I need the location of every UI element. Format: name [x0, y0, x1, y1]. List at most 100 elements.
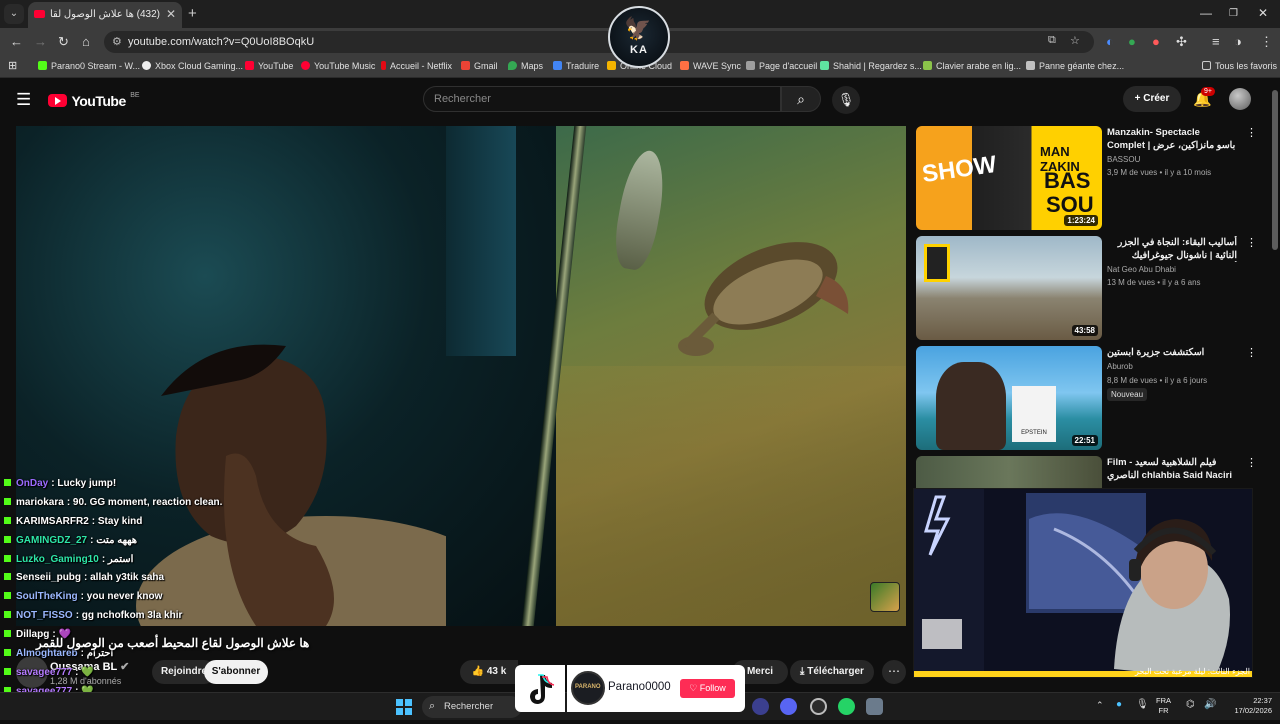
tray-chevron-icon[interactable]: ⌃ — [1096, 700, 1104, 711]
video-channel[interactable]: Aburob — [1107, 362, 1133, 371]
browser-menu-icon[interactable]: ⋮ — [1260, 34, 1273, 50]
bookmark-item[interactable]: Page d'accueil — [746, 61, 817, 71]
video-channel[interactable]: BASSOU — [1107, 155, 1140, 164]
browser-tab-active[interactable]: (432) ها علاش الوصول لقاع المحـ ✕ — [28, 2, 182, 28]
tray-app-icon[interactable]: ● — [1116, 699, 1122, 710]
bookmark-item[interactable]: Accueil - Netflix — [381, 61, 452, 71]
video-thumbnail[interactable]: SHOW MAN ZAKIN BAS SOU 1:23:24 — [916, 126, 1102, 230]
settings-icon[interactable] — [866, 698, 883, 715]
site-info-icon[interactable]: ⚙ — [112, 35, 122, 48]
bookmark-item[interactable]: YouTube Music — [301, 61, 375, 71]
minimize-icon[interactable]: — — [1200, 6, 1212, 20]
extension-c-icon[interactable]: ◐ — [1106, 34, 1114, 49]
video-menu-icon[interactable]: ⋮ — [1246, 236, 1257, 249]
steam-icon[interactable] — [810, 698, 827, 715]
profile-icon[interactable]: ◑ — [1234, 34, 1242, 49]
chat-text: : allah y3tik saha — [84, 572, 165, 584]
notification-badge: 9+ — [1201, 87, 1215, 96]
youtube-logo[interactable]: YouTube BE — [48, 92, 140, 110]
video-title[interactable]: أساليب البقاء: النجاة في الجزر النائية |… — [1107, 236, 1237, 262]
bookmark-favicon-icon — [245, 61, 254, 70]
search-button[interactable]: ⌕ — [781, 86, 821, 112]
tiktok-follow-button[interactable]: ♡ Follow — [680, 679, 735, 698]
menu-icon[interactable]: ☰ — [16, 90, 31, 110]
bookmark-item[interactable]: Maps — [508, 61, 543, 71]
create-button[interactable]: + Créer — [1123, 86, 1181, 112]
new-tab-plus-icon[interactable]: + — [188, 5, 197, 22]
whatsapp-icon[interactable] — [838, 698, 855, 715]
thumb-text: SHOW — [920, 150, 999, 189]
video-menu-icon[interactable]: ⋮ — [1246, 456, 1257, 469]
video-menu-icon[interactable]: ⋮ — [1246, 126, 1257, 139]
bookmark-item[interactable]: YouTube — [245, 61, 293, 71]
video-title[interactable]: Manzakin- Spectacle Complet | باسو مانزا… — [1107, 126, 1237, 152]
volume-icon[interactable]: 🔊 — [1204, 699, 1216, 710]
like-button[interactable]: 👍 43 k — [460, 660, 518, 684]
network-icon[interactable]: ⌬ — [1186, 699, 1195, 710]
reading-list-icon[interactable]: ≡ — [1212, 34, 1220, 49]
bookmark-label: Parano0 Stream - W... — [51, 61, 141, 71]
reload-icon[interactable]: ↻ — [58, 34, 69, 50]
tab-search-chevron-icon[interactable]: ⌄ — [4, 4, 24, 24]
like-count: 43 k — [486, 666, 507, 677]
tab-close-icon[interactable]: ✕ — [166, 7, 176, 21]
search-input[interactable]: Rechercher — [434, 93, 491, 105]
video-title-overlay: ها علاش الوصول لقاع المحيط أصعب من الوصو… — [36, 636, 310, 650]
video-title[interactable]: اسكتشفت جزيرة ابستين — [1107, 346, 1237, 359]
video-menu-icon[interactable]: ⋮ — [1246, 346, 1257, 359]
restore-icon[interactable]: ❐ — [1229, 8, 1238, 19]
home-icon[interactable]: ⌂ — [82, 34, 90, 49]
suggested-video[interactable]: EPSTEIN 22:51 اسكتشفت جزيرة ابستين Aburo… — [916, 346, 1266, 450]
kick-badge-icon — [4, 535, 11, 543]
page-scrollbar[interactable] — [1270, 78, 1280, 698]
input-language[interactable]: FRA FR — [1156, 696, 1171, 716]
suggested-video[interactable]: SHOW MAN ZAKIN BAS SOU 1:23:24 Manzakin-… — [916, 126, 1266, 230]
video-thumbnail[interactable]: 43:58 — [916, 236, 1102, 340]
search-icon: ⌕ — [429, 700, 436, 712]
more-actions-icon[interactable]: ⋯ — [882, 660, 906, 684]
download-button[interactable]: ⤓ Télécharger — [790, 660, 874, 684]
bookmark-item[interactable]: Clavier arabe en lig... — [923, 61, 1021, 71]
channel-watermark[interactable] — [870, 582, 900, 612]
taskbar-search[interactable]: ⌕ Rechercher — [422, 696, 522, 718]
bookmark-item[interactable]: Shahid | Regardez s... — [820, 61, 922, 71]
account-avatar[interactable] — [1229, 88, 1251, 110]
voice-search-button[interactable]: 🎙 — [832, 86, 860, 114]
video-title[interactable]: Film - فيلم الشلاهبية لسعيد الناصري chla… — [1107, 456, 1237, 482]
video-thumbnail[interactable]: EPSTEIN 22:51 — [916, 346, 1102, 450]
search-box[interactable]: Rechercher — [423, 86, 781, 112]
address-bar[interactable]: ⚙ youtube.com/watch?v=Q0UoI8BOqkU ⧉ ☆ — [104, 31, 1094, 53]
bookmark-item[interactable]: Gmail — [461, 61, 498, 71]
extension-shield-icon[interactable]: ● — [1128, 34, 1136, 49]
back-icon[interactable]: ← — [10, 34, 23, 49]
bookmark-item[interactable]: Panne géante chez... — [1026, 61, 1124, 71]
scroll-thumb[interactable] — [1272, 90, 1278, 250]
windows-start-icon[interactable] — [396, 699, 412, 715]
bookmark-star-icon[interactable]: ☆ — [1070, 34, 1080, 47]
clock[interactable]: 22:37 17/02/2026 — [1222, 696, 1272, 716]
extensions-puzzle-icon[interactable]: ✣ — [1176, 34, 1187, 50]
discord-icon[interactable] — [780, 698, 797, 715]
extension-red-icon[interactable]: ● — [1152, 34, 1160, 49]
bookmark-favicon-icon — [553, 61, 562, 70]
video-meta: 8,8 M de vues • il y a 6 jours — [1107, 376, 1208, 385]
window-close-icon[interactable]: ✕ — [1258, 6, 1268, 20]
kick-badge-icon — [4, 649, 11, 657]
url-text[interactable]: youtube.com/watch?v=Q0UoI8BOqkU — [128, 36, 314, 48]
microphone-tray-icon[interactable]: 🎙 — [1136, 699, 1149, 710]
bookmark-label: Gmail — [474, 61, 498, 71]
bookmark-item[interactable]: Traduire — [553, 61, 599, 71]
chat-username: Senseii_pubg — [16, 572, 82, 584]
app-icon[interactable] — [752, 698, 769, 715]
bookmark-favicon-icon — [923, 61, 932, 70]
thumb-text: EPSTEIN — [1012, 386, 1056, 442]
install-app-icon[interactable]: ⧉ — [1048, 34, 1056, 47]
video-channel[interactable]: Nat Geo Abu Dhabi — [1107, 265, 1176, 274]
suggested-video[interactable]: 43:58 أساليب البقاء: النجاة في الجزر الن… — [916, 236, 1266, 340]
all-favorites[interactable]: Tous les favoris — [1202, 61, 1277, 71]
bookmark-item[interactable]: Xbox Cloud Gaming... — [142, 61, 243, 71]
apps-grid-icon[interactable]: ⊞ — [8, 59, 17, 72]
bookmark-item[interactable]: Parano0 Stream - W... — [38, 61, 140, 71]
bookmark-item[interactable]: WAVE Sync — [680, 61, 741, 71]
forward-icon[interactable]: → — [34, 34, 47, 49]
